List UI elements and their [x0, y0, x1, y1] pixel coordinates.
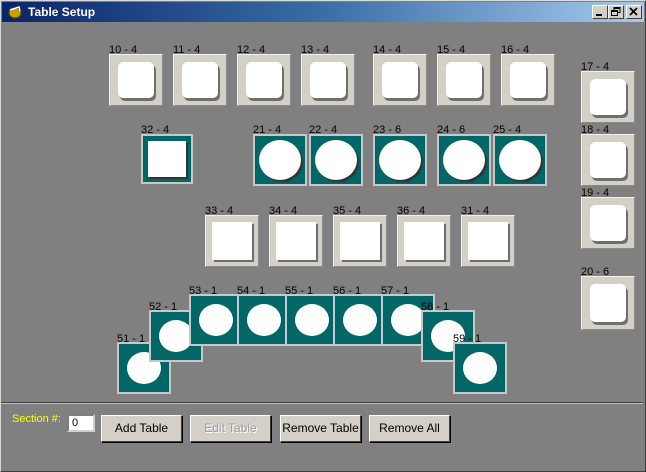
- table-53[interactable]: [189, 294, 243, 346]
- remove-table-button[interactable]: Remove Table: [280, 415, 361, 442]
- table-25[interactable]: [493, 134, 547, 186]
- table-14[interactable]: [373, 54, 427, 106]
- table-label: 51 - 1: [117, 333, 146, 345]
- table-10[interactable]: [109, 54, 163, 106]
- table-label: 54 - 1: [237, 285, 266, 297]
- table-label: 56 - 1: [333, 285, 362, 297]
- table-13[interactable]: [301, 54, 355, 106]
- minimize-button[interactable]: [592, 5, 608, 19]
- table-34[interactable]: [269, 215, 323, 267]
- footer-divider: [1, 402, 643, 404]
- restore-button[interactable]: [608, 5, 624, 19]
- table-35[interactable]: [333, 215, 387, 267]
- table-21[interactable]: [253, 134, 307, 186]
- table-17[interactable]: [581, 71, 635, 123]
- table-12[interactable]: [237, 54, 291, 106]
- restore-icon: [611, 7, 621, 16]
- table-33[interactable]: [205, 215, 259, 267]
- close-icon: [629, 7, 638, 16]
- table-18[interactable]: [581, 134, 635, 186]
- table-label: 59 - 1: [453, 333, 482, 345]
- table-11[interactable]: [173, 54, 227, 106]
- remove-all-button[interactable]: Remove All: [369, 415, 450, 442]
- table-32[interactable]: [141, 134, 193, 184]
- app-icon: [7, 4, 23, 20]
- minimize-icon: [596, 14, 602, 16]
- section-label: Section #:: [12, 413, 61, 425]
- window-title: Table Setup: [28, 5, 96, 19]
- table-22[interactable]: [309, 134, 363, 186]
- add-table-button[interactable]: Add Table: [101, 415, 182, 442]
- edit-table-button[interactable]: Edit Table: [190, 415, 271, 442]
- table-16[interactable]: [501, 54, 555, 106]
- table-20[interactable]: [581, 276, 635, 330]
- title-bar[interactable]: Table Setup: [2, 2, 644, 22]
- table-31[interactable]: [461, 215, 515, 267]
- table-19[interactable]: [581, 197, 635, 249]
- table-label: 53 - 1: [189, 285, 218, 297]
- close-button[interactable]: [626, 5, 642, 19]
- table-15[interactable]: [437, 54, 491, 106]
- table-23[interactable]: [373, 134, 427, 186]
- table-54[interactable]: [237, 294, 291, 346]
- table-36[interactable]: [397, 215, 451, 267]
- table-label: 55 - 1: [285, 285, 314, 297]
- table-55[interactable]: [285, 294, 339, 346]
- table-24[interactable]: [437, 134, 491, 186]
- table-label: 52 - 1: [149, 301, 178, 313]
- table-label: 58 - 1: [421, 301, 450, 313]
- table-56[interactable]: [333, 294, 387, 346]
- table-label: 57 - 1: [381, 285, 410, 297]
- section-number-input[interactable]: [67, 414, 95, 432]
- table-59[interactable]: [453, 342, 507, 394]
